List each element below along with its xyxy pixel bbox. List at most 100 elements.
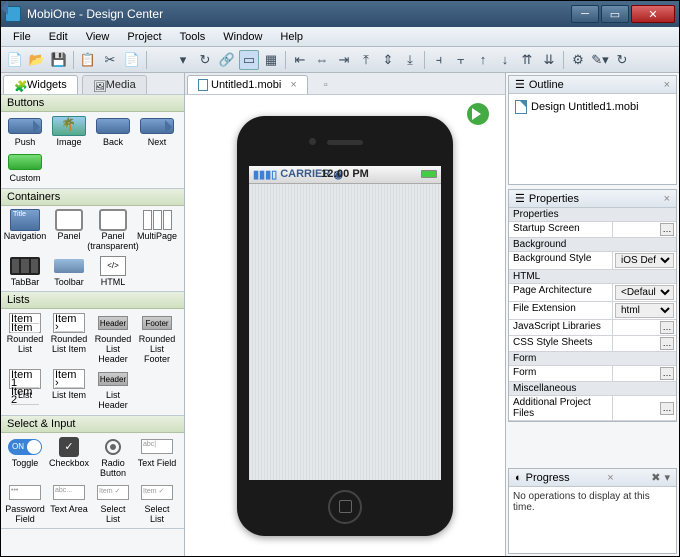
- progress-close-icon[interactable]: ×: [607, 472, 613, 484]
- widget-toolbar[interactable]: Toolbar: [49, 256, 89, 288]
- new-tab-icon[interactable]: ▫: [318, 76, 334, 94]
- menu-tools[interactable]: Tools: [172, 29, 214, 45]
- widget-checkbox[interactable]: ✓Checkbox: [49, 437, 89, 479]
- prop-select[interactable]: iOS Default (strip...: [615, 253, 674, 268]
- prop-edit-button[interactable]: …: [660, 321, 674, 334]
- rounded-list-footer-icon: Footer: [142, 316, 172, 330]
- prop-edit-button[interactable]: …: [660, 337, 674, 350]
- send-back-icon[interactable]: ↓: [495, 50, 515, 70]
- widget-text-field[interactable]: abc|Text Field: [137, 437, 177, 479]
- align-center-icon[interactable]: ⇔: [312, 50, 332, 70]
- paste-icon[interactable]: 📄: [122, 50, 142, 70]
- menu-view[interactable]: View: [78, 29, 118, 45]
- widget-rounded-list[interactable]: ItemItemRounded List: [5, 313, 45, 365]
- widget-panel[interactable]: Panel: [49, 210, 89, 252]
- dist-v-icon[interactable]: ⫟: [451, 50, 471, 70]
- widget-textarea[interactable]: abc...Text Area: [49, 483, 89, 525]
- align-left-icon[interactable]: ⇤: [290, 50, 310, 70]
- tab-media[interactable]: 🖼Media: [82, 75, 147, 94]
- widget-next[interactable]: Next: [137, 116, 177, 148]
- settings-icon[interactable]: ⚙: [568, 50, 588, 70]
- widget-image[interactable]: Image: [49, 116, 89, 148]
- rotate-icon[interactable]: ↻: [195, 50, 215, 70]
- backward-icon[interactable]: ⇊: [539, 50, 559, 70]
- widget-select-list[interactable]: Item ✓Select List: [93, 483, 133, 525]
- section-containers[interactable]: Containers: [1, 189, 184, 206]
- outline-close-icon[interactable]: ×: [664, 79, 670, 91]
- widget-list-item[interactable]: Item ›List Item: [49, 369, 89, 411]
- grid-icon[interactable]: ▦: [261, 50, 281, 70]
- close-tab-icon[interactable]: ×: [290, 79, 296, 91]
- radio-icon: [105, 439, 121, 455]
- save-icon[interactable]: 💾: [49, 50, 69, 70]
- widget-rounded-list-footer[interactable]: FooterRounded List Footer: [137, 313, 177, 365]
- widget-back[interactable]: Back: [93, 116, 133, 148]
- widget-push[interactable]: Push: [5, 116, 45, 148]
- menu-edit[interactable]: Edit: [41, 29, 76, 45]
- outline-item[interactable]: Design Untitled1.mobi: [513, 98, 672, 116]
- maximize-button[interactable]: ▭: [601, 5, 629, 23]
- html-icon: </>: [100, 256, 126, 276]
- align-middle-icon[interactable]: ⇕: [378, 50, 398, 70]
- align-right-icon[interactable]: ⇥: [334, 50, 354, 70]
- widget-tabbar[interactable]: TabBar: [5, 256, 45, 288]
- design-mode-icon[interactable]: ▭: [239, 50, 259, 70]
- widget-toggle[interactable]: ONToggle: [5, 437, 45, 479]
- menu-file[interactable]: File: [5, 29, 39, 45]
- bring-front-icon[interactable]: ↑: [473, 50, 493, 70]
- copy-icon[interactable]: 📋: [78, 50, 98, 70]
- widget-select-list2[interactable]: Item ✓Select List: [137, 483, 177, 525]
- prop-edit-button[interactable]: …: [660, 402, 674, 415]
- toolbar-icon: [54, 259, 84, 273]
- widget-custom[interactable]: Custom: [5, 152, 45, 184]
- close-button[interactable]: ✕: [631, 5, 675, 23]
- prop-select[interactable]: <Default>: [615, 285, 674, 300]
- widget-panel-transparent[interactable]: Panel (transparent): [93, 210, 133, 252]
- progress-header: ◐ Progress × ✖ ▾: [509, 469, 676, 487]
- wand-icon[interactable]: ✎▾: [590, 50, 610, 70]
- align-top-icon[interactable]: ⤒: [356, 50, 376, 70]
- widget-radio[interactable]: Radio Button: [93, 437, 133, 479]
- widget-navigation[interactable]: TitleNavigation: [5, 210, 45, 252]
- align-bottom-icon[interactable]: ⤓: [400, 50, 420, 70]
- prop-page-architecture: Page Architecture<Default>: [509, 284, 676, 302]
- home-button[interactable]: [328, 490, 362, 524]
- progress-menu-icon[interactable]: ▾: [664, 471, 670, 484]
- menu-help[interactable]: Help: [272, 29, 311, 45]
- tab-widgets[interactable]: 🧩Widgets: [3, 75, 78, 94]
- new-icon[interactable]: 📄: [5, 50, 25, 70]
- properties-close-icon[interactable]: ×: [664, 193, 670, 205]
- widget-html[interactable]: </>HTML: [93, 256, 133, 288]
- widget-rounded-list-header[interactable]: HeaderRounded List Header: [93, 313, 133, 365]
- prop-select[interactable]: html: [615, 303, 674, 318]
- menu-window[interactable]: Window: [215, 29, 270, 45]
- panel-icon: [55, 209, 83, 231]
- section-select-input[interactable]: Select & Input: [1, 416, 184, 433]
- menu-project[interactable]: Project: [119, 29, 169, 45]
- widget-list[interactable]: Item 1Item 2List: [5, 369, 45, 411]
- toggle-icon: ON: [8, 439, 42, 455]
- document-tab[interactable]: Untitled1.mobi ×: [187, 75, 308, 94]
- forward-icon[interactable]: ⇈: [517, 50, 537, 70]
- prop-edit-button[interactable]: …: [660, 223, 674, 236]
- widget-list-header[interactable]: HeaderList Header: [93, 369, 133, 411]
- progress-remove-icon[interactable]: ✖: [651, 471, 660, 484]
- prop-edit-button[interactable]: …: [660, 367, 674, 380]
- select-list-icon: Item ✓: [97, 485, 129, 500]
- cut-icon[interactable]: ✂: [100, 50, 120, 70]
- apple-icon[interactable]: [151, 50, 171, 70]
- open-icon[interactable]: 📂: [27, 50, 47, 70]
- link-icon[interactable]: 🔗: [217, 50, 237, 70]
- widget-multipage[interactable]: MultiPage: [137, 210, 177, 252]
- section-buttons[interactable]: Buttons: [1, 95, 184, 112]
- widget-password[interactable]: •••Password Field: [5, 483, 45, 525]
- device-icon[interactable]: ▾: [173, 50, 193, 70]
- dist-h-icon[interactable]: ⫞: [429, 50, 449, 70]
- widget-rounded-list-item[interactable]: Item ›Rounded List Item: [49, 313, 89, 365]
- phone-screen[interactable]: ▮▮▮▯ CARRIER ◉ 12:00 PM: [249, 166, 441, 480]
- section-lists[interactable]: Lists: [1, 292, 184, 309]
- phone-speaker-icon: [327, 140, 363, 145]
- refresh-icon[interactable]: ↻: [612, 50, 632, 70]
- run-button[interactable]: [467, 103, 489, 125]
- minimize-button[interactable]: ─: [571, 5, 599, 23]
